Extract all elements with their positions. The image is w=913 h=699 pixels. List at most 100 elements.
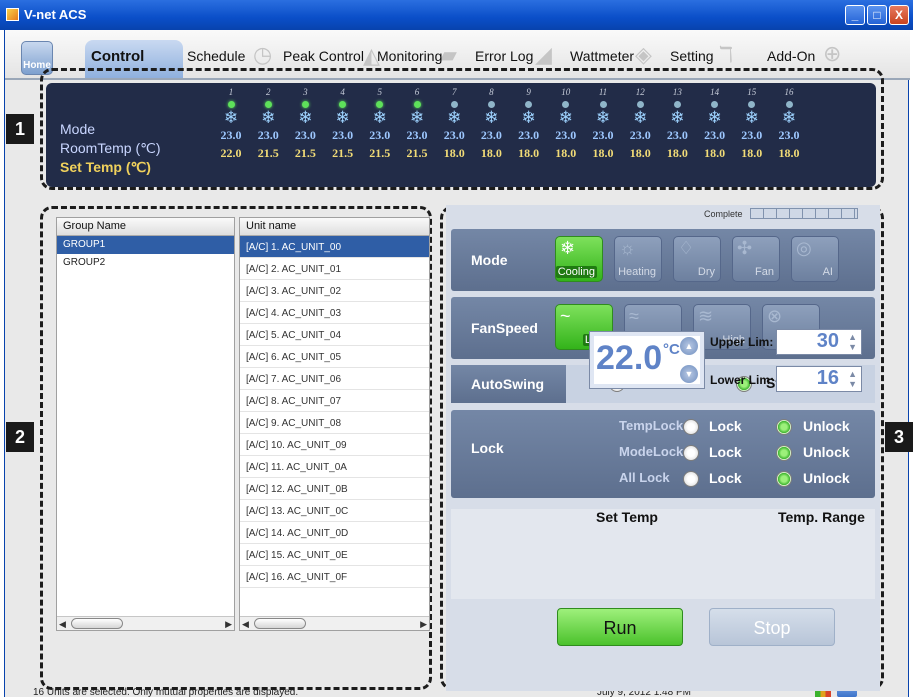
group-list: Group Name GROUP1 GROUP2 ◀ ▶ <box>56 217 235 631</box>
fan-icon: ✣ <box>737 238 753 258</box>
unit-list-item[interactable]: [A/C] 14. AC_UNIT_0D <box>240 522 429 544</box>
unit-list-item[interactable]: [A/C] 13. AC_UNIT_0C <box>240 500 429 522</box>
unit-scrollbar[interactable]: ◀ ▶ <box>240 616 429 630</box>
unit-list-item[interactable]: [A/C] 16. AC_UNIT_0F <box>240 566 429 588</box>
lock-row: Lock TempLock Lock Unlock ModeLock Lock Unloc… <box>451 410 875 498</box>
group-list-header: Group Name <box>57 218 234 236</box>
lock-option-label: Lock <box>709 470 742 486</box>
ai-icon: ◎ <box>796 238 812 258</box>
title-bar: V-net ACS _ □ X <box>0 0 913 30</box>
unit-list-item[interactable]: [A/C] 12. AC_UNIT_0B <box>240 478 429 500</box>
wattmeter-icon: ◈ <box>635 42 652 67</box>
app-icon <box>6 8 19 21</box>
unit-list-item[interactable]: [A/C] 7. AC_UNIT_06 <box>240 368 429 390</box>
mode-dry-button[interactable]: ♢ Dry <box>673 236 721 282</box>
scroll-left-icon[interactable]: ◀ <box>242 617 249 631</box>
fanspeed-auto-button[interactable]: ⊗ Auto <box>762 304 820 350</box>
group-scrollbar[interactable]: ◀ ▶ <box>57 616 234 630</box>
unit-list-item[interactable]: [A/C] 6. AC_UNIT_05 <box>240 346 429 368</box>
group-list-item[interactable]: GROUP1 <box>57 236 234 254</box>
autoswing-stop-label: Stop <box>766 375 798 391</box>
unit-list-item[interactable]: [A/C] 15. AC_UNIT_0E <box>240 544 429 566</box>
autoswing-stop-radio[interactable] <box>736 376 752 392</box>
unit-list-item[interactable]: [A/C] 9. AC_UNIT_08 <box>240 412 429 434</box>
unit-list-item[interactable]: [A/C] 1. AC_UNIT_00 <box>240 236 429 258</box>
lock-option-label: Lock <box>709 444 742 460</box>
marker-2: 2 <box>6 422 34 452</box>
lock-item-name: TempLock <box>619 418 684 433</box>
minimize-button[interactable]: _ <box>845 5 865 25</box>
wave-high-icon: ≋ <box>698 306 714 326</box>
autoswing-run-label: Run <box>633 375 661 391</box>
scroll-left-icon[interactable]: ◀ <box>59 617 66 631</box>
group-items: GROUP1 GROUP2 <box>57 236 234 272</box>
marker-1: 1 <box>6 114 34 144</box>
fanspeed-option-label: Medium <box>636 334 676 346</box>
scroll-right-icon[interactable]: ▶ <box>225 617 232 631</box>
unit-list-item[interactable]: [A/C] 5. AC_UNIT_04 <box>240 324 429 346</box>
stop-button[interactable]: Stop <box>709 608 835 646</box>
droplet-icon: ♢ <box>678 238 695 258</box>
mode-option-label: Cooling <box>555 266 597 278</box>
lock-option-label: Lock <box>709 418 742 434</box>
mode-heating-button[interactable]: ☼ Heating <box>614 236 662 282</box>
autoswing-row: AutoSwing Run Stop <box>451 365 875 403</box>
maximize-button[interactable]: □ <box>867 5 887 25</box>
mode-fan-button[interactable]: ✣ Fan <box>732 236 780 282</box>
lock-radio[interactable] <box>683 445 699 461</box>
fanspeed-high-button[interactable]: ≋ High <box>693 304 751 350</box>
error-icon: ◢ <box>535 42 552 67</box>
close-button[interactable]: X <box>889 5 909 25</box>
snowflake-icon: ❄ <box>560 238 576 258</box>
region-1-outline <box>40 68 884 190</box>
plus-circle-icon[interactable]: ⊕ <box>823 41 841 67</box>
tab-wattmeter[interactable]: Wattmeter <box>570 48 634 64</box>
unit-list-item[interactable]: [A/C] 11. AC_UNIT_0A <box>240 456 429 478</box>
fan-auto-icon: ⊗ <box>767 306 783 326</box>
unlock-radio[interactable] <box>776 445 792 461</box>
complete-label: Complete <box>704 209 743 219</box>
wave-low-icon: ~ <box>560 306 571 326</box>
complete-progress <box>750 208 858 219</box>
fanspeed-option-label: Low <box>582 334 607 346</box>
run-button[interactable]: Run <box>557 608 683 646</box>
tab-monitoring[interactable]: Monitoring <box>377 48 442 64</box>
lock-radio[interactable] <box>683 471 699 487</box>
unlock-radio[interactable] <box>776 419 792 435</box>
mode-ai-button[interactable]: ◎ AI <box>791 236 839 282</box>
unit-list-item[interactable]: [A/C] 4. AC_UNIT_03 <box>240 302 429 324</box>
tab-error-log[interactable]: Error Log <box>475 48 533 64</box>
unlock-option-label: Unlock <box>803 444 850 460</box>
fanspeed-medium-button[interactable]: ≈ Medium <box>624 304 682 350</box>
marker-3: 3 <box>885 422 913 452</box>
unlock-radio[interactable] <box>776 471 792 487</box>
scroll-thumb[interactable] <box>254 618 306 629</box>
fanspeed-low-button[interactable]: ~ Low <box>555 304 613 350</box>
mode-cooling-button[interactable]: ❄ Cooling <box>555 236 603 282</box>
group-list-item[interactable]: GROUP2 <box>57 254 234 272</box>
unit-list: Unit name [A/C] 1. AC_UNIT_00 [A/C] 2. AC… <box>239 217 430 631</box>
tab-add-on[interactable]: Add-On <box>767 48 815 64</box>
tab-setting[interactable]: Setting <box>670 48 714 64</box>
autoswing-label: AutoSwing <box>471 376 545 392</box>
sun-icon: ☼ <box>619 238 636 258</box>
unlock-option-label: Unlock <box>803 418 850 434</box>
scroll-thumb[interactable] <box>71 618 123 629</box>
unit-list-item[interactable]: [A/C] 2. AC_UNIT_01 <box>240 258 429 280</box>
autoswing-run-radio[interactable] <box>609 376 625 392</box>
mode-label: Mode <box>471 252 508 268</box>
tab-schedule[interactable]: Schedule <box>187 48 245 64</box>
temp-range-label: Temp. Range <box>778 509 865 525</box>
unlock-option-label: Unlock <box>803 470 850 486</box>
unit-list-item[interactable]: [A/C] 8. AC_UNIT_07 <box>240 390 429 412</box>
fanspeed-option-label: Auto <box>791 334 814 346</box>
lock-radio[interactable] <box>683 419 699 435</box>
monitor-icon: ▰ <box>440 42 457 67</box>
unit-list-item[interactable]: [A/C] 10. AC_UNIT_09 <box>240 434 429 456</box>
wave-medium-icon: ≈ <box>629 306 639 326</box>
fanspeed-option-label: High <box>722 334 745 346</box>
scroll-right-icon[interactable]: ▶ <box>420 617 427 631</box>
tab-peak-control[interactable]: Peak Control <box>283 48 364 64</box>
lock-item-name: ModeLock <box>619 444 684 459</box>
unit-list-item[interactable]: [A/C] 3. AC_UNIT_02 <box>240 280 429 302</box>
